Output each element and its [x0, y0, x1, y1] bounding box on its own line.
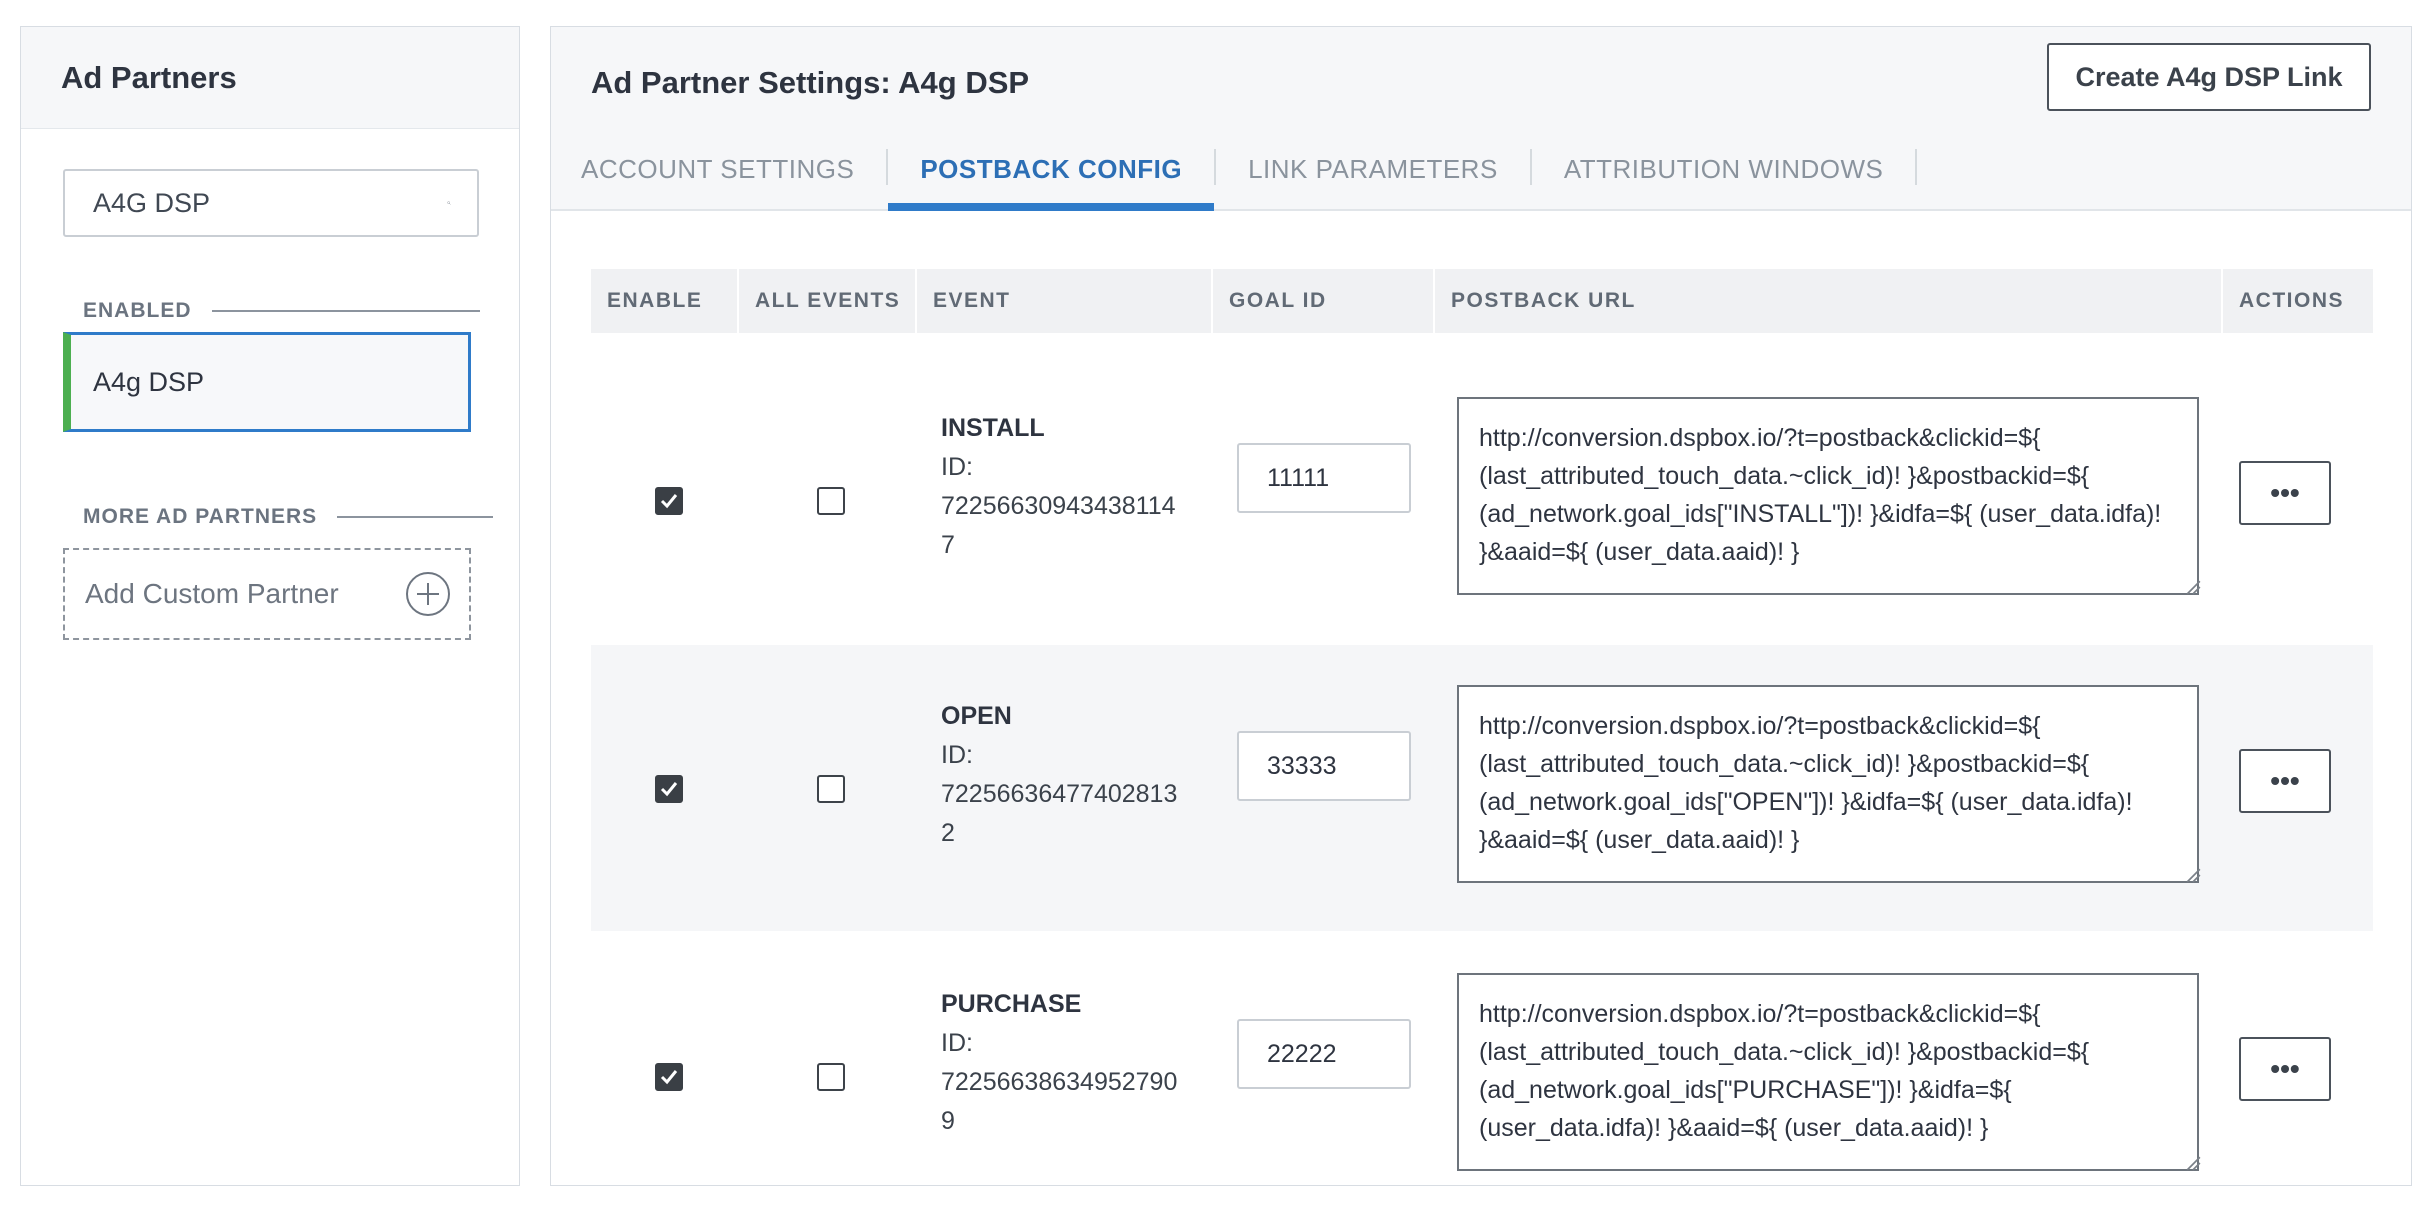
- all-events-checkbox[interactable]: [817, 487, 845, 515]
- postback-url-textarea[interactable]: http://conversion.dspbox.io/?t=postback&…: [1457, 397, 2199, 595]
- partner-item-a4g-dsp[interactable]: A4g DSP: [63, 332, 471, 432]
- goal-id-input[interactable]: [1237, 1019, 1411, 1089]
- more-partners-label: MORE AD PARTNERS: [83, 505, 318, 528]
- event-name: OPEN: [941, 702, 1012, 730]
- column-header-actions: ACTIONS: [2239, 289, 2344, 312]
- all-events-checkbox[interactable]: [817, 775, 845, 803]
- event-name: PURCHASE: [941, 990, 1082, 1018]
- partner-item-label: A4g DSP: [93, 366, 205, 397]
- tab-account-settings[interactable]: ACCOUNT SETTINGS: [551, 129, 886, 209]
- enabled-section-label: ENABLED: [83, 299, 480, 323]
- column-header-enable: ENABLE: [591, 269, 739, 333]
- all-events-checkbox[interactable]: [817, 1063, 845, 1091]
- column-header-postback-url: POSTBACK URL: [1435, 269, 2223, 333]
- event-name: INSTALL: [941, 414, 1045, 442]
- postback-url-textarea[interactable]: http://conversion.dspbox.io/?t=postback&…: [1457, 685, 2199, 883]
- event-cell: OPEN ID: 72256636477402813 2: [941, 697, 1191, 853]
- partner-search-box[interactable]: [63, 169, 479, 237]
- row-actions-button[interactable]: •••: [2239, 1037, 2331, 1101]
- column-header-all-events: ALL EVENTS: [739, 269, 917, 333]
- settings-header: Ad Partner Settings: A4g DSP Create A4g …: [551, 27, 2411, 129]
- goal-id-input[interactable]: [1237, 731, 1411, 801]
- ad-partners-panel: Ad Partners ENABLED A4g DSP MORE AD PART…: [20, 26, 520, 1186]
- enable-checkbox[interactable]: [655, 775, 683, 803]
- column-header-goal-id: GOAL ID: [1213, 269, 1435, 333]
- checkmark-icon: [660, 782, 678, 797]
- table-row: OPEN ID: 72256636477402813 2 http://conv…: [591, 645, 2373, 931]
- event-id-value: 72256636477402813: [941, 780, 1178, 808]
- partner-search-input[interactable]: [93, 187, 447, 219]
- tab-attribution-windows[interactable]: ATTRIBUTION WINDOWS: [1532, 129, 1916, 209]
- event-id-value: 72256638634952790: [941, 1068, 1178, 1096]
- tab-postback-config[interactable]: POSTBACK CONFIG: [888, 129, 1214, 211]
- event-id-label: ID:: [941, 741, 973, 769]
- checkmark-icon: [660, 494, 678, 509]
- table-row: INSTALL ID: 72256630943438114 7 http://c…: [591, 357, 2373, 643]
- plus-circle-icon: [406, 572, 450, 616]
- ad-partners-title: Ad Partners: [61, 59, 237, 95]
- settings-tabs: ACCOUNT SETTINGS POSTBACK CONFIG LINK PA…: [551, 129, 2411, 211]
- event-id-value-cont: 2: [941, 819, 955, 847]
- postback-url-textarea[interactable]: http://conversion.dspbox.io/?t=postback&…: [1457, 973, 2199, 1171]
- search-icon[interactable]: [447, 187, 451, 219]
- partner-settings-panel: Ad Partner Settings: A4g DSP Create A4g …: [550, 26, 2412, 1186]
- add-custom-partner-label: Add Custom Partner: [85, 578, 339, 609]
- tab-link-parameters[interactable]: LINK PARAMETERS: [1216, 129, 1530, 209]
- page-title: Ad Partner Settings: A4g DSP: [591, 65, 1030, 100]
- event-id-label: ID:: [941, 1029, 973, 1057]
- add-custom-partner-button[interactable]: Add Custom Partner: [63, 548, 471, 640]
- section-divider: [337, 516, 494, 518]
- resize-grip-icon[interactable]: [2185, 579, 2201, 595]
- event-cell: PURCHASE ID: 72256638634952790 9: [941, 985, 1191, 1141]
- ad-partners-header: Ad Partners: [21, 27, 519, 129]
- event-cell: INSTALL ID: 72256630943438114 7: [941, 409, 1191, 565]
- event-id-label: ID:: [941, 453, 973, 481]
- resize-grip-icon[interactable]: [2185, 867, 2201, 883]
- create-link-button[interactable]: Create A4g DSP Link: [2047, 43, 2371, 111]
- enable-checkbox[interactable]: [655, 1063, 683, 1091]
- resize-grip-icon[interactable]: [2185, 1155, 2201, 1171]
- row-actions-button[interactable]: •••: [2239, 749, 2331, 813]
- column-header-event: EVENT: [917, 269, 1213, 333]
- row-actions-button[interactable]: •••: [2239, 461, 2331, 525]
- enable-checkbox[interactable]: [655, 487, 683, 515]
- table-row: PURCHASE ID: 72256638634952790 9 http://…: [591, 933, 2373, 1219]
- enabled-label: ENABLED: [83, 299, 192, 322]
- event-id-value: 72256630943438114: [941, 492, 1176, 520]
- event-id-value-cont: 7: [941, 531, 955, 559]
- checkmark-icon: [660, 1070, 678, 1085]
- section-divider: [211, 310, 480, 312]
- event-id-value-cont: 9: [941, 1107, 955, 1135]
- more-partners-section-label: MORE AD PARTNERS: [83, 505, 494, 529]
- tab-divider: [1915, 149, 1918, 185]
- goal-id-input[interactable]: [1237, 443, 1411, 513]
- postback-table-header: ENABLE ALL EVENTS EVENT GOAL ID POSTBACK…: [591, 269, 2373, 333]
